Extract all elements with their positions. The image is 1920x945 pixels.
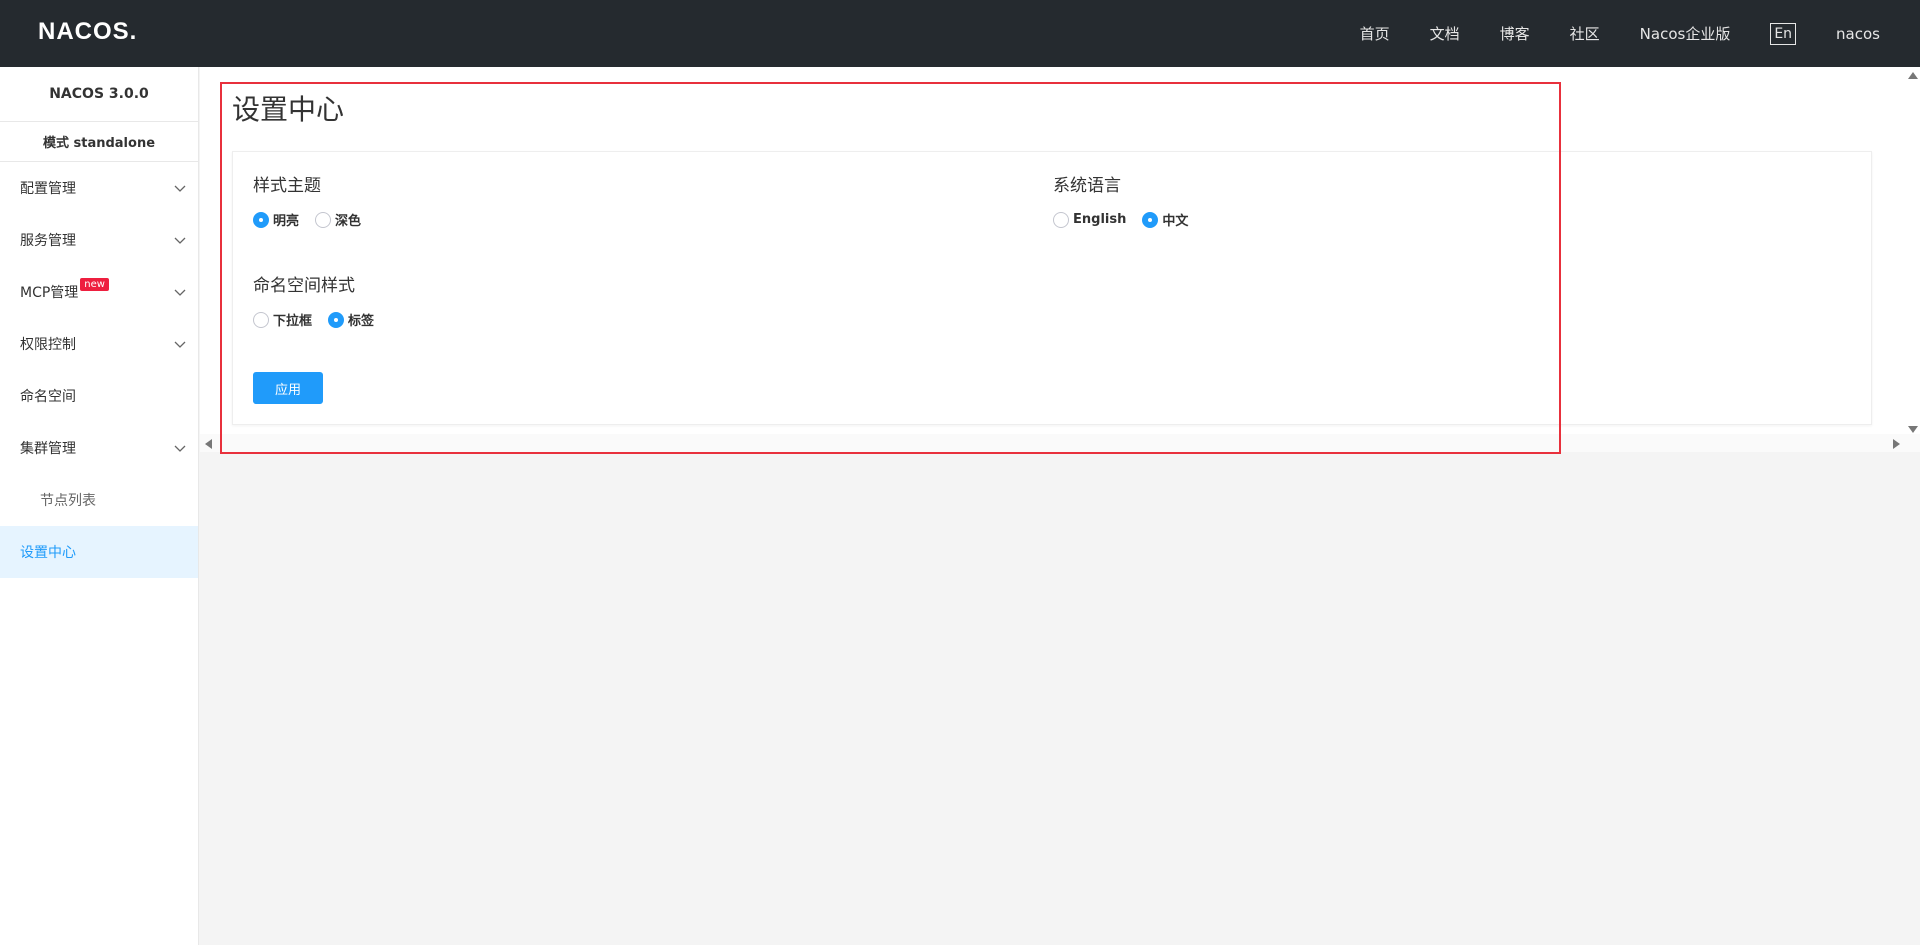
language-toggle-button[interactable]: En (1770, 22, 1797, 45)
radio-label: 标签 (348, 314, 375, 329)
sidebar-item-node-list[interactable]: 节点列表 (0, 474, 198, 526)
top-nav: 首页 文档 博客 社区 Nacos企业版 En nacos (1360, 0, 1920, 67)
language-chinese-radio[interactable]: 中文 (1142, 210, 1188, 229)
user-name[interactable]: nacos (1836, 25, 1880, 43)
sidebar: NACOS 3.0.0 模式 standalone 配置管理 服务管理 MCP管… (0, 67, 199, 945)
language-radio-group: English 中文 (1053, 210, 1204, 229)
sidebar-item-service-management[interactable]: 服务管理 (0, 214, 198, 266)
sidebar-item-label: 设置中心 (20, 545, 76, 561)
chevron-down-icon (174, 445, 186, 452)
scroll-up-icon[interactable] (1908, 72, 1918, 79)
new-badge: new (80, 277, 109, 291)
namespace-style-radio-group: 下拉框 标签 (253, 310, 390, 329)
namespace-dropdown-radio[interactable]: 下拉框 (253, 310, 312, 329)
scroll-left-icon[interactable] (205, 439, 212, 449)
language-section: 系统语言 English 中文 (1053, 171, 1204, 229)
sidebar-item-label: 配置管理 (20, 181, 76, 197)
nav-blog[interactable]: 博客 (1500, 23, 1530, 44)
radio-unchecked-icon (1053, 211, 1069, 228)
theme-title: 样式主题 (253, 176, 321, 196)
chevron-down-icon (174, 289, 186, 296)
horizontal-scrollbar[interactable] (200, 434, 1920, 452)
theme-dark-radio[interactable]: 深色 (315, 210, 361, 229)
radio-unchecked-icon (253, 311, 269, 328)
nav-enterprise[interactable]: Nacos企业版 (1640, 23, 1731, 44)
nav-community[interactable]: 社区 (1570, 23, 1600, 44)
chevron-down-icon (174, 237, 186, 244)
language-title: 系统语言 (1053, 176, 1121, 196)
chevron-down-icon (174, 341, 186, 348)
theme-radio-group: 明亮 深色 (253, 210, 377, 229)
sidebar-item-label: 节点列表 (40, 493, 96, 509)
nav-docs[interactable]: 文档 (1430, 23, 1460, 44)
apply-button[interactable]: 应用 (253, 372, 323, 404)
sidebar-item-label: MCP管理 (20, 285, 79, 301)
theme-section: 样式主题 明亮 深色 (253, 171, 377, 229)
sidebar-item-label: 集群管理 (20, 441, 76, 457)
scroll-right-icon[interactable] (1893, 439, 1900, 449)
language-english-radio[interactable]: English (1053, 211, 1127, 228)
radio-label: 下拉框 (273, 314, 313, 329)
top-header: NACOS. 首页 文档 博客 社区 Nacos企业版 En nacos (0, 0, 1920, 67)
radio-checked-icon (253, 211, 269, 228)
sidebar-item-namespace[interactable]: 命名空间 (0, 370, 198, 422)
page-title: 设置中心 (232, 93, 345, 126)
logo-text: NACOS (38, 18, 130, 45)
radio-checked-icon (328, 311, 345, 328)
logo-dot: . (129, 18, 138, 45)
sidebar-item-config-management[interactable]: 配置管理 (0, 162, 198, 214)
sidebar-item-cluster-management[interactable]: 集群管理 (0, 422, 198, 474)
sidebar-item-label: 命名空间 (20, 389, 76, 405)
namespace-style-title: 命名空间样式 (253, 276, 355, 296)
sidebar-item-access-control[interactable]: 权限控制 (0, 318, 198, 370)
namespace-style-section: 命名空间样式 下拉框 标签 (253, 271, 390, 329)
sidebar-item-label: 服务管理 (20, 233, 76, 249)
sidebar-item-label: 权限控制 (20, 337, 76, 353)
sidebar-item-settings-center[interactable]: 设置中心 (0, 526, 198, 578)
settings-card: 样式主题 明亮 深色 系统语言 English 中文 命名空间样式 下拉框 标签 (232, 151, 1872, 425)
radio-checked-icon (1142, 211, 1159, 228)
radio-label: 深色 (335, 214, 362, 229)
sidebar-item-mcp-management[interactable]: MCP管理 new (0, 266, 198, 318)
radio-label: English (1073, 212, 1127, 227)
radio-unchecked-icon (315, 211, 332, 228)
namespace-tag-radio[interactable]: 标签 (328, 310, 374, 329)
sidebar-version-title: NACOS 3.0.0 (0, 67, 198, 122)
scroll-down-icon[interactable] (1908, 426, 1918, 433)
nacos-logo[interactable]: NACOS. (38, 17, 137, 47)
sidebar-mode: 模式 standalone (0, 122, 198, 162)
theme-light-radio[interactable]: 明亮 (253, 210, 299, 229)
nav-home[interactable]: 首页 (1360, 23, 1390, 44)
chevron-down-icon (174, 185, 186, 192)
radio-label: 中文 (1162, 214, 1189, 229)
radio-label: 明亮 (273, 214, 300, 229)
